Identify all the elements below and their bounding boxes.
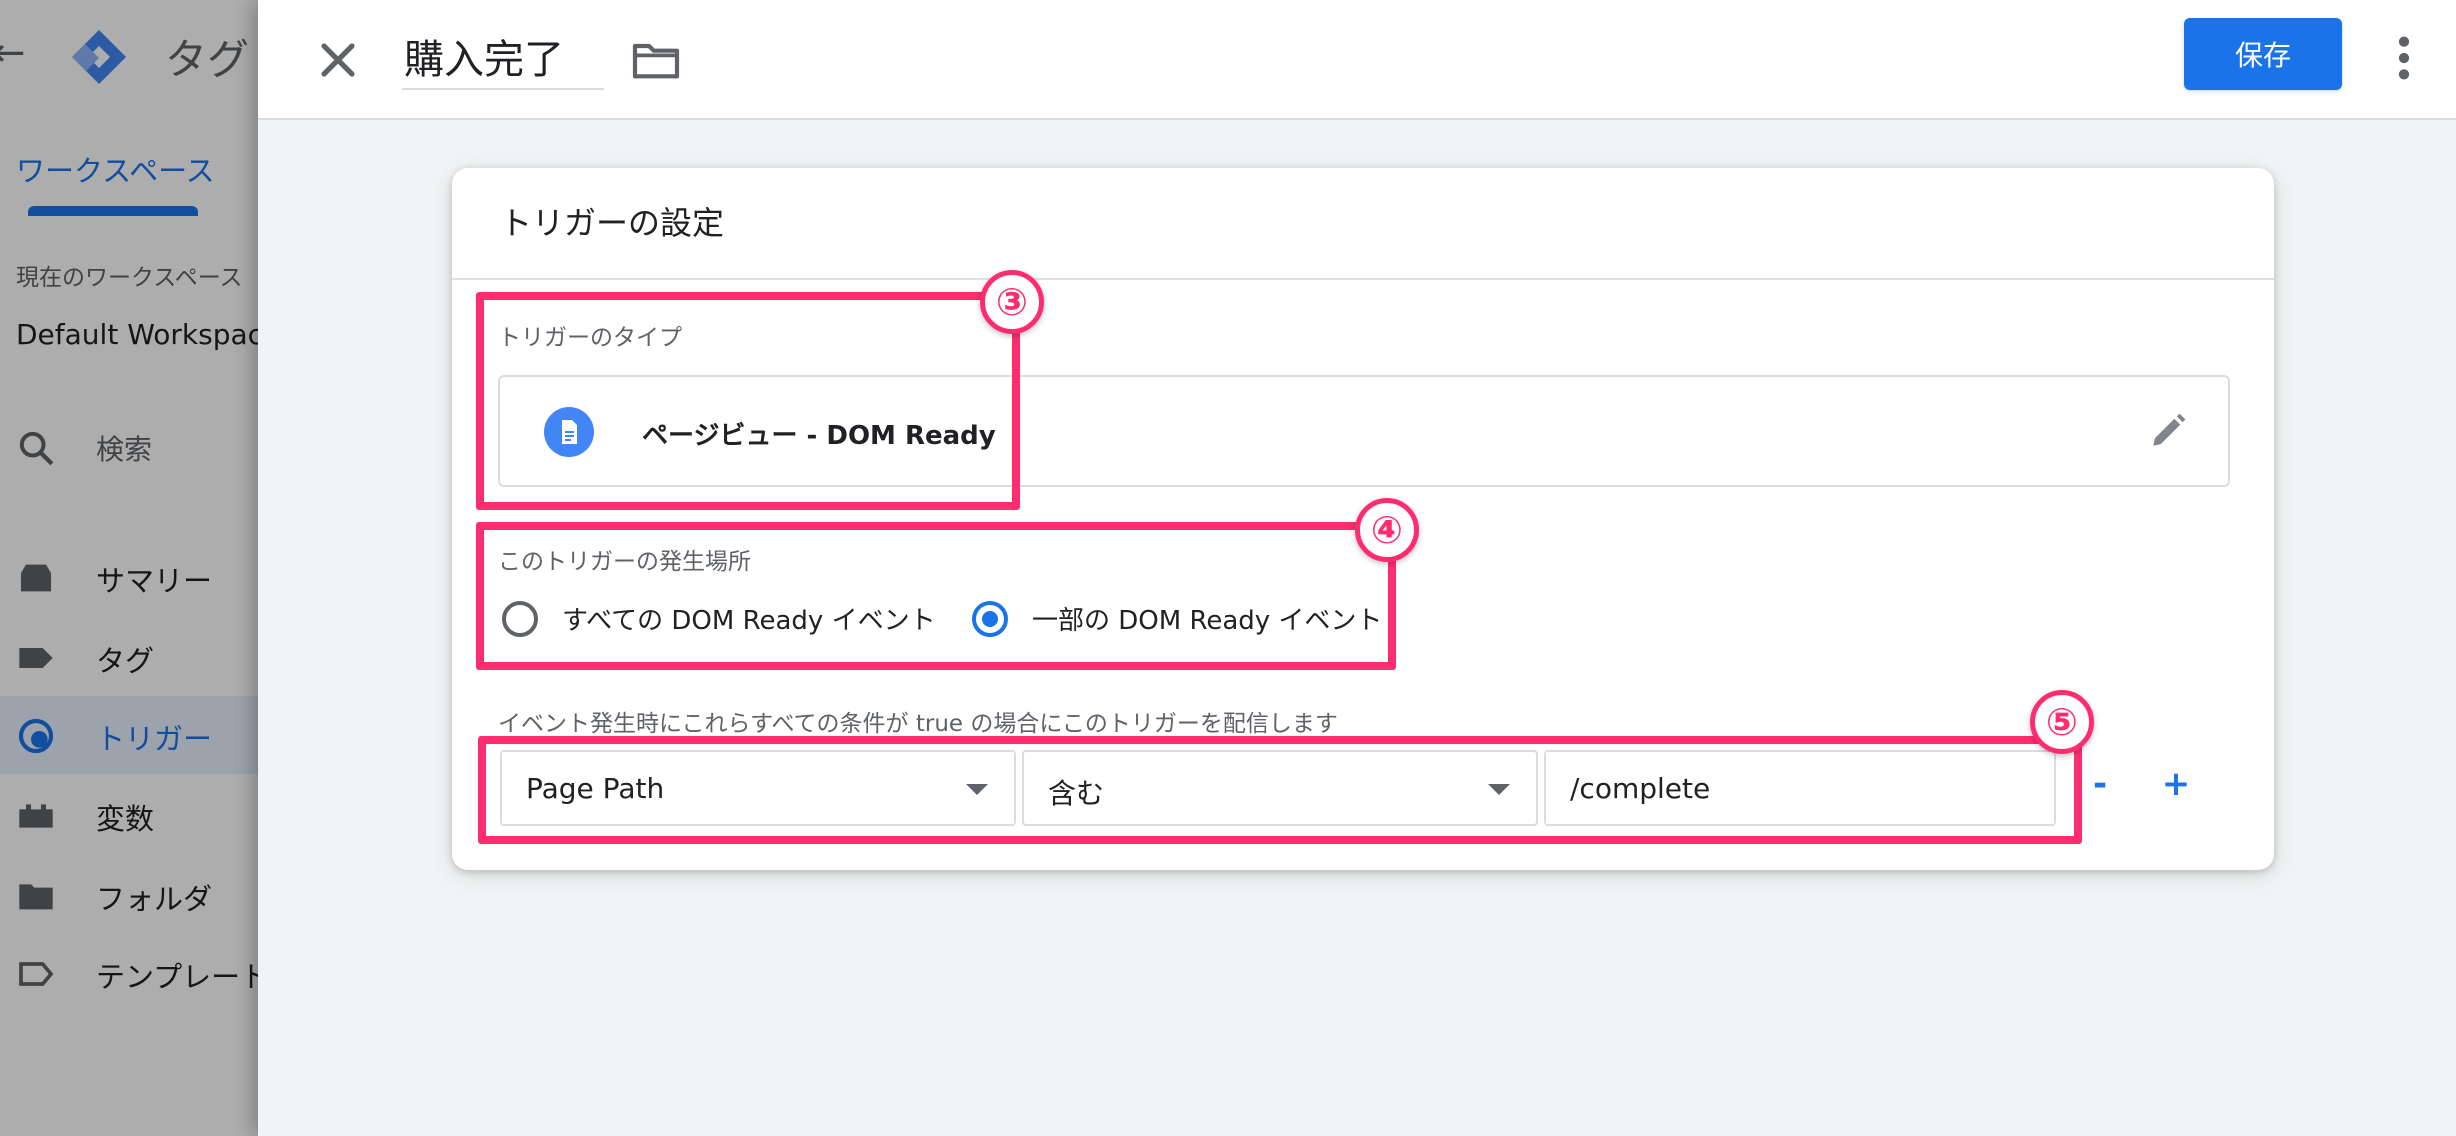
radio-checked-icon	[972, 600, 1008, 637]
radio-label: すべての DOM Ready イベント	[562, 606, 936, 636]
add-condition-button[interactable]: +	[2146, 754, 2206, 814]
radio-label: 一部の DOM Ready イベント	[1032, 606, 1383, 636]
close-icon[interactable]	[310, 32, 366, 88]
card-divider	[452, 278, 2274, 280]
annotation-badge-4: ④	[1355, 498, 1419, 562]
edit-pencil-icon[interactable]	[2146, 409, 2190, 453]
radio-some-dom-ready[interactable]: 一部の DOM Ready イベント	[972, 600, 1382, 637]
dropdown-arrow-icon	[1488, 784, 1510, 795]
page-view-icon	[544, 407, 594, 457]
variable-select[interactable]: Page Path	[500, 750, 1016, 826]
trigger-type-value: ページビュー - DOM Ready	[642, 421, 996, 451]
annotation-badge-3: ③	[980, 270, 1044, 334]
trigger-type-selector[interactable]: ページビュー - DOM Ready	[498, 375, 2230, 487]
folder-icon[interactable]	[628, 32, 684, 88]
radio-all-dom-ready[interactable]: すべての DOM Ready イベント	[502, 600, 936, 637]
tag-editor-panel: 保存 トリガーの設定 トリガーのタイプ ページビュー - DOM Ready こ…	[258, 0, 2456, 1136]
condition-value-input[interactable]	[1544, 750, 2056, 826]
save-button[interactable]: 保存	[2184, 18, 2342, 90]
occurs-on-label: このトリガーの発生場所	[498, 549, 751, 575]
radio-unchecked-icon	[502, 600, 538, 637]
annotation-badge-5: ⑤	[2030, 690, 2094, 754]
operator-select[interactable]: 含む	[1022, 750, 1538, 826]
trigger-type-label: トリガーのタイプ	[498, 325, 682, 351]
tag-name-input[interactable]	[402, 24, 604, 90]
operator-value: 含む	[1048, 777, 1105, 810]
more-vert-icon[interactable]	[2376, 30, 2432, 86]
variable-value: Page Path	[526, 772, 665, 805]
remove-condition-button[interactable]: -	[2070, 754, 2130, 814]
dropdown-arrow-icon	[966, 784, 988, 795]
editor-header: 保存	[258, 0, 2456, 120]
condition-label: イベント発生時にこれらすべての条件が true の場合にこのトリガーを配信します	[498, 711, 1338, 737]
card-title: トリガーの設定	[500, 204, 725, 242]
